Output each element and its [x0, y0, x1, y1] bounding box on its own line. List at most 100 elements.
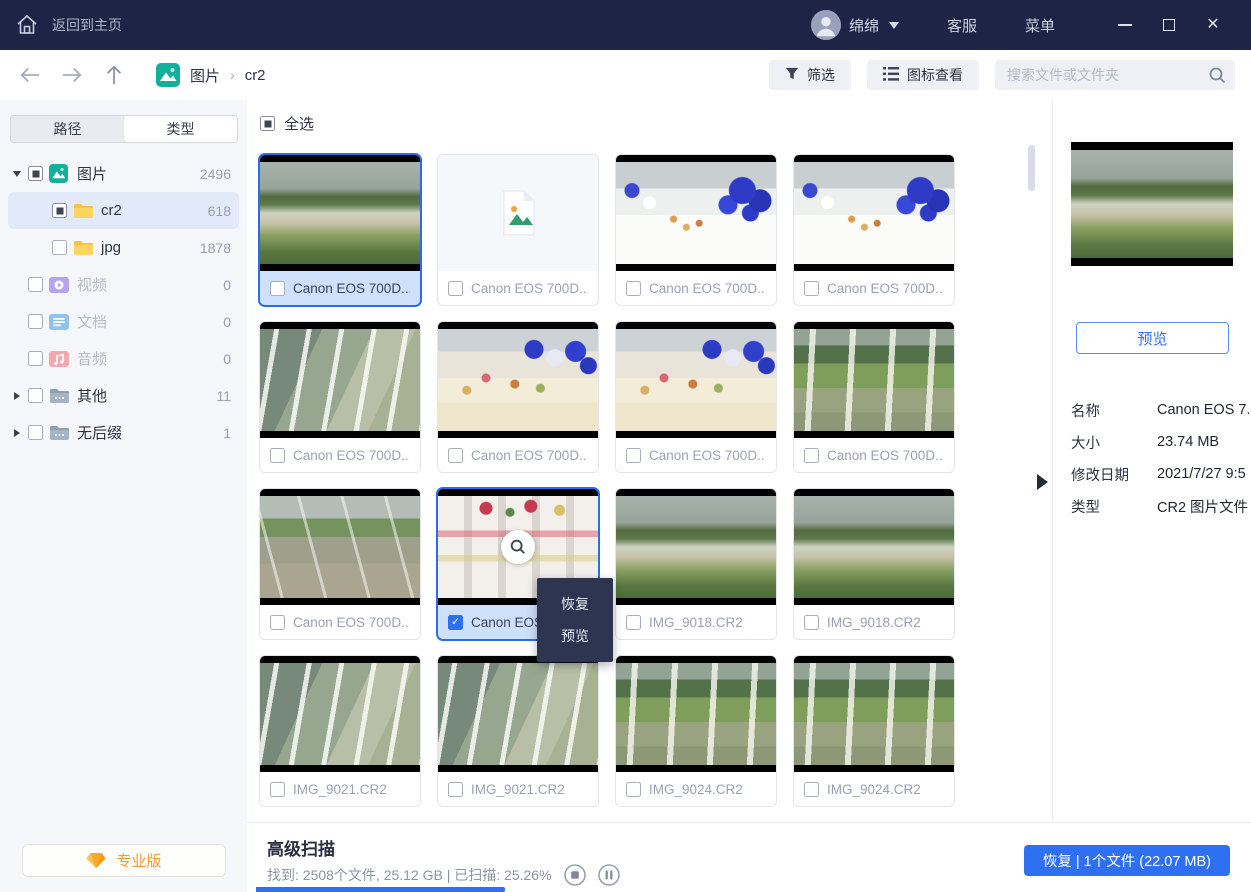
caret-right-icon[interactable]	[10, 429, 24, 437]
file-checkbox[interactable]	[804, 281, 819, 296]
recover-button[interactable]: 恢复 | 1个文件 (22.07 MB)	[1024, 845, 1230, 876]
filter-button[interactable]: 筛选	[769, 60, 851, 90]
minimize-button[interactable]	[1103, 10, 1147, 40]
pro-version-button[interactable]: 专业版	[22, 844, 226, 877]
file-tile[interactable]: IMG_9021.CR2	[437, 655, 599, 807]
customer-service-link[interactable]: 客服	[947, 15, 977, 36]
file-checkbox[interactable]	[804, 615, 819, 630]
file-tile[interactable]: Canon EOS 700D...	[437, 321, 599, 473]
tree-item-其他[interactable]: 其他11	[8, 377, 239, 414]
file-placeholder-icon[interactable]	[438, 155, 598, 271]
magnifier-overlay-icon[interactable]	[501, 530, 535, 564]
file-tile[interactable]: Canon EOS 700D...	[259, 488, 421, 640]
caret-down-icon[interactable]	[10, 171, 24, 177]
scan-status-text: 找到: 2508个文件, 25.12 GB | 已扫描: 25.26%	[267, 865, 552, 885]
tree-checkbox[interactable]	[52, 203, 67, 218]
tree-item-音频[interactable]: 音频0	[8, 340, 239, 377]
tree-item-图片[interactable]: 图片2496	[8, 155, 239, 192]
file-thumbnail[interactable]	[260, 155, 420, 271]
file-tile[interactable]: IMG_9021.CR2	[259, 655, 421, 807]
select-all-row[interactable]: 全选	[260, 113, 314, 134]
file-thumbnail[interactable]	[616, 155, 776, 271]
tree-item-cr2[interactable]: cr2618	[8, 192, 239, 229]
file-name: Canon EOS 700D...	[649, 281, 766, 296]
file-tile[interactable]: Canon EOS 700D...	[615, 154, 777, 306]
tree-checkbox[interactable]	[28, 351, 43, 366]
file-thumbnail[interactable]	[794, 489, 954, 605]
maximize-button[interactable]	[1147, 10, 1191, 40]
file-checkbox[interactable]	[626, 615, 641, 630]
pause-scan-button[interactable]	[598, 864, 620, 886]
panel-collapse-icon[interactable]	[1037, 474, 1048, 490]
file-checkbox[interactable]	[270, 615, 285, 630]
detail-value: CR2 图片文件	[1157, 496, 1248, 517]
home-icon[interactable]	[14, 12, 40, 38]
tree-item-jpg[interactable]: jpg1878	[8, 229, 239, 266]
file-checkbox[interactable]	[270, 448, 285, 463]
file-thumbnail[interactable]	[794, 155, 954, 271]
file-thumbnail[interactable]	[260, 656, 420, 772]
close-button[interactable]: ✕	[1191, 10, 1235, 40]
file-tile[interactable]: Canon EOS 700D...	[615, 321, 777, 473]
tab-path[interactable]: 路径	[11, 116, 124, 142]
tree-checkbox[interactable]	[28, 314, 43, 329]
file-checkbox[interactable]	[804, 782, 819, 797]
file-tile[interactable]: IMG_9018.CR2	[793, 488, 955, 640]
search-icon[interactable]	[1208, 66, 1226, 89]
file-thumbnail[interactable]	[260, 489, 420, 605]
tab-type[interactable]: 类型	[124, 116, 237, 142]
tree-checkbox[interactable]	[28, 388, 43, 403]
file-checkbox[interactable]	[626, 281, 641, 296]
file-thumbnail[interactable]	[616, 322, 776, 438]
preview-button[interactable]: 预览	[1076, 322, 1229, 354]
file-checkbox[interactable]	[626, 448, 641, 463]
file-tile[interactable]: Canon EOS 700D...	[259, 154, 421, 306]
file-checkbox[interactable]	[448, 448, 463, 463]
file-tile[interactable]: Canon EOS 700D...	[259, 321, 421, 473]
file-tile[interactable]: IMG_9024.CR2	[793, 655, 955, 807]
file-tile[interactable]: Canon EOS 700D...	[793, 154, 955, 306]
vertical-scrollbar[interactable]	[1028, 145, 1035, 191]
tree-checkbox[interactable]	[28, 166, 43, 181]
menu-link[interactable]: 菜单	[1025, 15, 1055, 36]
breadcrumb-current[interactable]: cr2	[245, 67, 266, 84]
context-menu-item-recover[interactable]: 恢复	[537, 588, 613, 620]
file-checkbox[interactable]	[448, 281, 463, 296]
file-checkbox[interactable]	[626, 782, 641, 797]
file-thumbnail[interactable]	[438, 322, 598, 438]
file-thumbnail[interactable]	[794, 656, 954, 772]
file-tile[interactable]: Canon EOS 700D...	[437, 154, 599, 306]
file-checkbox[interactable]	[804, 448, 819, 463]
file-thumbnail[interactable]	[616, 489, 776, 605]
tree-checkbox[interactable]	[28, 277, 43, 292]
context-menu-item-preview[interactable]: 预览	[537, 620, 613, 652]
file-thumbnail[interactable]	[794, 322, 954, 438]
file-thumbnail[interactable]	[438, 656, 598, 772]
tree-item-视频[interactable]: 视频0	[8, 266, 239, 303]
tree-item-无后缀[interactable]: 无后缀1	[8, 414, 239, 451]
file-thumbnail[interactable]	[616, 656, 776, 772]
search-input[interactable]	[995, 67, 1195, 83]
select-all-checkbox[interactable]	[260, 116, 275, 131]
nav-back-button[interactable]	[18, 64, 42, 86]
user-account[interactable]: 绵绵	[811, 10, 899, 40]
tree-checkbox[interactable]	[52, 240, 67, 255]
stop-scan-button[interactable]	[564, 864, 586, 886]
caret-right-icon[interactable]	[10, 392, 24, 400]
nav-forward-button[interactable]	[60, 64, 84, 86]
file-tile[interactable]: IMG_9018.CR2	[615, 488, 777, 640]
file-tile[interactable]: IMG_9024.CR2	[615, 655, 777, 807]
nav-up-button[interactable]	[102, 64, 126, 86]
file-checkbox[interactable]	[448, 615, 463, 630]
view-mode-button[interactable]: 图标查看	[867, 60, 979, 90]
file-tile[interactable]: Canon EOS 700D...	[793, 321, 955, 473]
file-thumbnail[interactable]	[260, 322, 420, 438]
tree-checkbox[interactable]	[28, 425, 43, 440]
tree-item-文档[interactable]: 文档0	[8, 303, 239, 340]
back-to-home-link[interactable]: 返回到主页	[52, 15, 122, 35]
file-checkbox[interactable]	[270, 281, 285, 296]
breadcrumb-root[interactable]: 图片	[190, 65, 220, 86]
file-checkbox[interactable]	[448, 782, 463, 797]
pro-version-label: 专业版	[116, 850, 161, 871]
file-checkbox[interactable]	[270, 782, 285, 797]
